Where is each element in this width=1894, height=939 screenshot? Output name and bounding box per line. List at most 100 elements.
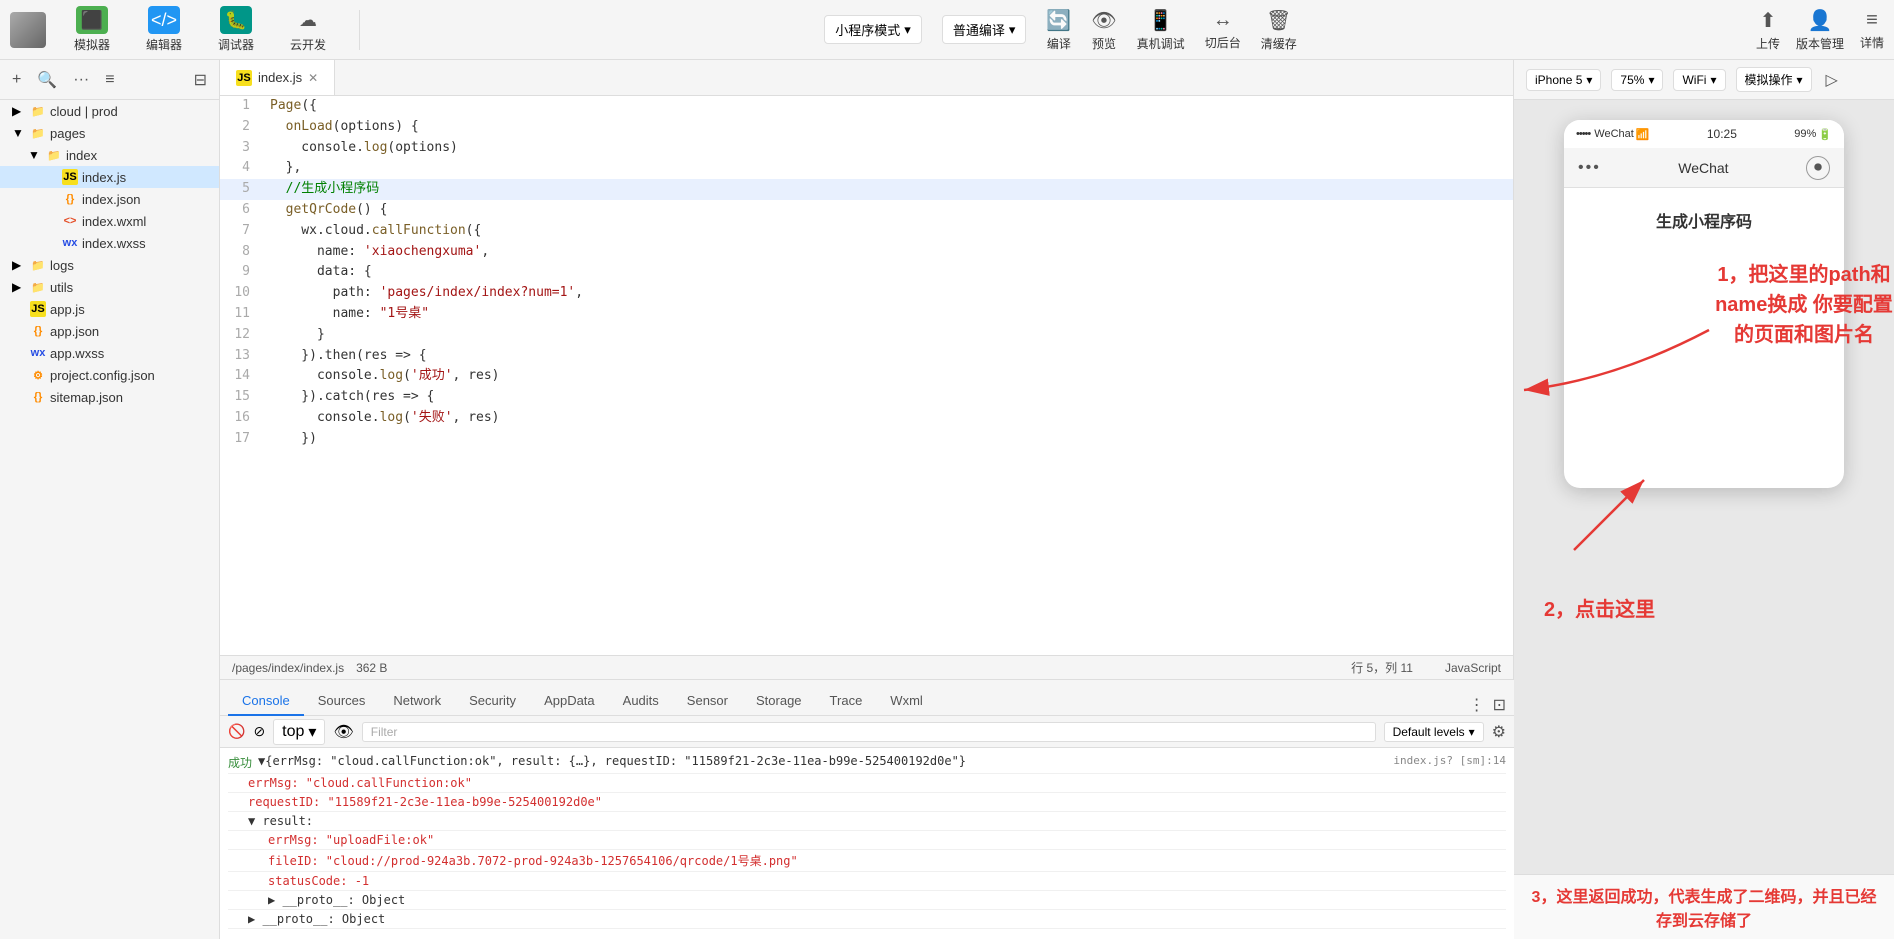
app-wxss-label: app.wxss [50, 346, 104, 361]
clearcache-btn-label: 清缓存 [1261, 35, 1297, 52]
devtools-tab-storage[interactable]: Storage [742, 687, 816, 716]
devtools-tab-security[interactable]: Security [455, 687, 530, 716]
mode-label: 小程序模式 [835, 20, 900, 39]
levels-chevron: ▾ [1469, 725, 1475, 739]
phone-nav-dots[interactable]: ••• [1578, 159, 1601, 177]
console-eye-button[interactable]: 👁 [333, 722, 353, 742]
preview-icon: 👁 [1091, 8, 1116, 33]
devtools-tab-sensor[interactable]: Sensor [673, 687, 742, 716]
sidebar-item-sitemap[interactable]: {} sitemap.json [0, 386, 219, 408]
cloud-button[interactable]: ☁ 云开发 [282, 2, 334, 57]
versionmgr-button[interactable]: 👤 版本管理 [1796, 8, 1844, 52]
user-avatar[interactable] [10, 12, 46, 48]
wifi-select[interactable]: WiFi ▾ [1673, 69, 1725, 91]
devtools-dock-button[interactable]: ⊡ [1493, 695, 1506, 715]
devtools-tabs: Console Sources Network Security AppData… [220, 680, 1514, 716]
console-block-button[interactable]: ⊘ [253, 723, 265, 740]
devtools-tab-console[interactable]: Console [228, 687, 304, 716]
simulator-icon: ⬛ [76, 6, 108, 34]
simops-label: 模拟操作 [1745, 71, 1793, 88]
sidebar-item-index-wxss[interactable]: wx index.wxss [0, 232, 219, 254]
preview-button[interactable]: 👁 预览 [1091, 8, 1116, 52]
devtools-tab-wxml[interactable]: Wxml [876, 687, 937, 716]
preview-toolbar: iPhone 5 ▾ 75% ▾ WiFi ▾ 模拟操作 ▾ ▷ [1514, 60, 1894, 100]
debugger-button[interactable]: 🐛 调试器 [210, 2, 262, 57]
project-config-label: project.config.json [50, 368, 155, 383]
simulator-button[interactable]: ⬛ 模拟器 [66, 2, 118, 57]
devtools-tab-network[interactable]: Network [379, 687, 455, 716]
levels-select[interactable]: Default levels ▾ [1384, 722, 1484, 742]
wxml-file-icon: <> [62, 213, 78, 229]
sidebar-item-index-folder[interactable]: ▼ 📁 index [0, 144, 219, 166]
code-line-3: 3 console.log(options) [220, 138, 1513, 159]
console-line-4-text: ▼ result: [248, 814, 313, 828]
context-selector[interactable]: top ▾ [273, 719, 325, 745]
compile-select[interactable]: 普通编译 ▾ [942, 15, 1027, 44]
console-filter-input[interactable]: Filter [362, 722, 1376, 742]
devtools-tab-trace[interactable]: Trace [816, 687, 877, 716]
folder-icon: ▶ [12, 104, 26, 118]
simops-chevron: ▾ [1797, 73, 1803, 87]
devtools-tab-sources[interactable]: Sources [304, 687, 380, 716]
sidebar-item-index-wxml[interactable]: <> index.wxml [0, 210, 219, 232]
sidebar-item-index-json[interactable]: {} index.json [0, 188, 219, 210]
sidebar-item-app-js[interactable]: JS app.js [0, 298, 219, 320]
compile-chevron: ▾ [1009, 22, 1016, 38]
index-wxss-label: index.wxss [82, 236, 146, 251]
cloud-icon: ☁ [292, 6, 324, 34]
compile-button[interactable]: 🔄 编译 [1046, 8, 1071, 52]
devtools-more-button[interactable]: ⋮ [1469, 695, 1485, 715]
device-chevron: ▾ [1586, 73, 1592, 87]
code-table: 1 Page({ 2 onLoad(options) { 3 console.l… [220, 96, 1513, 450]
more-button[interactable]: ··· [69, 69, 93, 91]
console-line-9-text: ▶ __proto__: Object [248, 912, 385, 926]
filter-button[interactable]: ≡ [101, 69, 118, 91]
sidebar-item-logs[interactable]: ▶ 📁 logs [0, 254, 219, 276]
compile-btn-label: 编译 [1047, 35, 1071, 52]
phone-nav-record-btn[interactable]: ⏺ [1806, 156, 1830, 180]
console-clear-button[interactable]: 🚫 [228, 723, 245, 740]
mode-select[interactable]: 小程序模式 ▾ [824, 15, 922, 44]
sidebar-item-pages[interactable]: ▼ 📁 pages [0, 122, 219, 144]
detail-button[interactable]: ≡ 详情 [1860, 9, 1884, 51]
code-line-11: 11 name: "1号桌" [220, 304, 1513, 325]
sidebar-item-cloud-prod[interactable]: ▶ 📁 cloud | prod [0, 100, 219, 122]
sidebar-item-app-wxss[interactable]: wx app.wxss [0, 342, 219, 364]
console-line-1-link[interactable]: index.js? [sm]:14 [1393, 754, 1506, 767]
devtools-tab-audits[interactable]: Audits [609, 687, 673, 716]
console-success-prefix: 成功 [228, 754, 252, 771]
zoom-select[interactable]: 75% ▾ [1611, 69, 1663, 91]
preview-expand-button[interactable]: ▷ [1826, 70, 1838, 90]
sidebar-item-index-js[interactable]: JS index.js [0, 166, 219, 188]
wxss-file-icon: wx [62, 235, 78, 251]
code-editor[interactable]: 1 Page({ 2 onLoad(options) { 3 console.l… [220, 96, 1513, 655]
tab-close-button[interactable]: ✕ [308, 71, 318, 85]
editor-button[interactable]: </> 编辑器 [138, 2, 190, 57]
editor-tab-index-js[interactable]: JS index.js ✕ [220, 60, 335, 95]
console-line-7-text: statusCode: -1 [268, 874, 369, 888]
sitemap-label: sitemap.json [50, 390, 123, 405]
versionmgr-icon: 👤 [1808, 8, 1833, 33]
simops-select[interactable]: 模拟操作 ▾ [1736, 67, 1812, 92]
devtools-tab-appdata[interactable]: AppData [530, 687, 609, 716]
backend-button[interactable]: ↔ 切后台 [1205, 9, 1241, 51]
toolbar-center: 小程序模式 ▾ 普通编译 ▾ 🔄 编译 👁 预览 📱 真机调试 ↔ 切后台 🗑 … [385, 8, 1736, 52]
upload-button[interactable]: ⬆ 上传 [1756, 8, 1780, 52]
phone-time: 10:25 [1650, 127, 1795, 141]
clearcache-button[interactable]: 🗑 清缓存 [1261, 8, 1297, 52]
console-line-3: requestID: "11589f21-2c3e-11ea-b99e-5254… [228, 793, 1506, 812]
collapse-button[interactable]: ⊟ [190, 68, 211, 92]
device-select[interactable]: iPhone 5 ▾ [1526, 69, 1601, 91]
index-folder-icon: 📁 [46, 147, 62, 163]
code-line-13: 13 }).then(res => { [220, 346, 1513, 367]
file-tree: ▶ 📁 cloud | prod ▼ 📁 pages ▼ 📁 index [0, 100, 219, 939]
sidebar-item-utils[interactable]: ▶ 📁 utils [0, 276, 219, 298]
sidebar-item-app-json[interactable]: {} app.json [0, 320, 219, 342]
search-button[interactable]: 🔍 [33, 68, 61, 92]
add-file-button[interactable]: + [8, 69, 25, 91]
realtest-button[interactable]: 📱 真机调试 [1137, 8, 1185, 52]
battery-percent: 99% [1794, 128, 1816, 140]
console-line-4: ▼ result: [228, 812, 1506, 831]
console-settings-button[interactable]: ⚙ [1492, 722, 1506, 742]
sidebar-item-project-config[interactable]: ⚙ project.config.json [0, 364, 219, 386]
